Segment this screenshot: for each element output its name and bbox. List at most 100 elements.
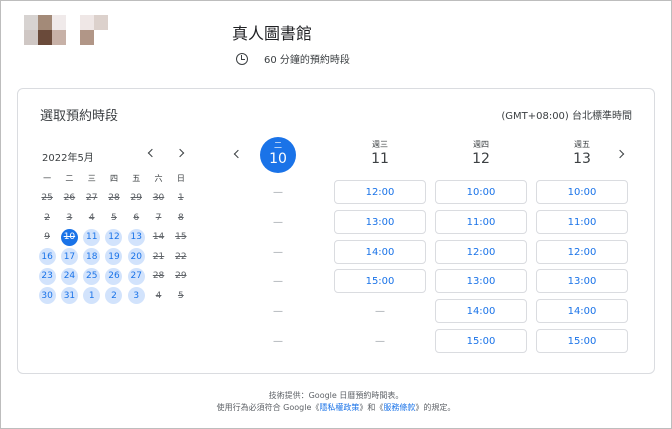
time-slot-button[interactable]: 14:00 xyxy=(536,299,628,323)
calendar-day: 5 xyxy=(170,286,192,305)
mini-calendar: 一二三四五六日 25 26 27 28 29 30 1 2 3 4 5 6 7 8 9 10 11 12 13 14 15… xyxy=(36,169,192,306)
calendar-day-number: 25 xyxy=(83,267,101,285)
calendar-day[interactable]: 24 xyxy=(58,267,80,286)
calendar-day-number: 6 xyxy=(133,212,140,223)
day-of-week: 週五 xyxy=(574,140,590,149)
calendar-day[interactable]: 18 xyxy=(81,247,103,266)
footer-line-2: 使用行為必須符合 Google《隱私權政策》和《服務條款》的規定。 xyxy=(0,402,672,413)
calendar-day-number: 29 xyxy=(175,271,187,282)
calendar-day[interactable]: 25 xyxy=(81,267,103,286)
organization-logo xyxy=(24,15,108,45)
calendar-day[interactable]: 1 xyxy=(81,286,103,305)
calendar-day-number: 1 xyxy=(83,287,101,305)
calendar-day-number: 27 xyxy=(85,193,98,204)
prev-month-button[interactable] xyxy=(145,145,159,161)
calendar-day-number: 29 xyxy=(130,193,142,204)
time-slot-button[interactable]: 15:00 xyxy=(536,329,628,353)
logo-tile xyxy=(80,15,94,30)
calendar-day: 28 xyxy=(147,267,169,286)
time-slot-button[interactable]: 12:00 xyxy=(334,180,426,204)
calendar-day[interactable]: 20 xyxy=(125,247,147,266)
no-slot-placeholder: — xyxy=(273,275,283,287)
footer-text: 》和《 xyxy=(359,403,384,412)
no-slot-placeholder: — xyxy=(375,305,385,317)
calendar-day-number: 30 xyxy=(38,287,56,305)
calendar-day-number: 21 xyxy=(152,251,165,262)
logo-tile xyxy=(52,30,66,45)
calendar-day[interactable]: 30 xyxy=(36,286,58,305)
calendar-day-number: 19 xyxy=(105,248,123,266)
prev-week-button[interactable] xyxy=(231,146,245,162)
calendar-week: 16 17 18 19 20 21 22 xyxy=(36,247,192,267)
calendar-day: 2 xyxy=(36,208,58,227)
time-slot-button[interactable]: 14:00 xyxy=(334,240,426,264)
weekday-header: 一二三四五六日 xyxy=(36,169,192,189)
time-slot-button[interactable]: 15:00 xyxy=(435,329,527,353)
calendar-day: 28 xyxy=(103,189,125,208)
calendar-day[interactable]: 3 xyxy=(125,286,147,305)
time-slot-button[interactable]: 11:00 xyxy=(435,210,527,234)
calendar-day-number: 28 xyxy=(108,193,120,204)
weekday-label: 二 xyxy=(65,174,74,184)
next-month-button[interactable] xyxy=(173,145,187,161)
calendar-day-number: 3 xyxy=(127,287,145,305)
calendar-day-number: 12 xyxy=(105,228,123,246)
calendar-day[interactable]: 2 xyxy=(103,286,125,305)
timezone-selector[interactable]: (GMT+08:00) 台北標準時間 xyxy=(501,107,632,122)
logo-tile xyxy=(24,15,38,30)
time-slot-button[interactable]: 15:00 xyxy=(334,269,426,293)
calendar-day[interactable]: 11 xyxy=(81,228,103,247)
calendar-day-number: 11 xyxy=(83,228,101,246)
calendar-day[interactable]: 17 xyxy=(58,247,80,266)
no-slot-placeholder: — xyxy=(273,216,283,228)
calendar-day[interactable]: 26 xyxy=(103,267,125,286)
calendar-day: 9 xyxy=(36,228,58,247)
calendar-week: 25 26 27 28 29 30 1 xyxy=(36,189,192,209)
time-slot-button[interactable]: 11:00 xyxy=(536,210,628,234)
footer-text: 使用行為必須符合 Google《 xyxy=(216,403,320,412)
calendar-day[interactable]: 23 xyxy=(36,267,58,286)
calendar-day[interactable]: 31 xyxy=(58,286,80,305)
terms-of-service-link[interactable]: 服務條款 xyxy=(383,403,415,412)
calendar-day-number: 1 xyxy=(177,193,184,204)
no-slot-placeholder: — xyxy=(273,335,283,347)
page-title: 真人圖書館 xyxy=(232,24,313,43)
calendar-day-number: 16 xyxy=(38,248,56,266)
weekday-label: 五 xyxy=(132,174,141,184)
calendar-day[interactable]: 27 xyxy=(125,267,147,286)
no-slot-placeholder: — xyxy=(273,186,283,198)
calendar-day[interactable]: 19 xyxy=(103,247,125,266)
calendar-day: 25 xyxy=(36,189,58,208)
time-slot-button[interactable]: 14:00 xyxy=(435,299,527,323)
time-slot-button[interactable]: 10:00 xyxy=(435,180,527,204)
calendar-week: 2 3 4 5 6 7 8 xyxy=(36,208,192,228)
logo-tile xyxy=(80,30,94,45)
time-slot-button[interactable]: 13:00 xyxy=(334,210,426,234)
logo-tile xyxy=(24,30,38,45)
calendar-day-number: 27 xyxy=(127,267,145,285)
time-slot-button[interactable]: 12:00 xyxy=(536,240,628,264)
calendar-day[interactable]: 12 xyxy=(103,228,125,247)
no-slot-placeholder: — xyxy=(273,305,283,317)
time-slot-button[interactable]: 10:00 xyxy=(536,180,628,204)
calendar-day[interactable]: 16 xyxy=(36,247,58,266)
calendar-day-number: 5 xyxy=(111,212,117,223)
time-slot-button[interactable]: 12:00 xyxy=(435,240,527,264)
calendar-week: 30 31 1 2 3 4 5 xyxy=(36,286,192,306)
weekday-label: 三 xyxy=(87,174,96,184)
time-slot-button[interactable]: 13:00 xyxy=(536,269,628,293)
calendar-day: 8 xyxy=(170,208,192,227)
day-number: 10 xyxy=(269,151,287,167)
calendar-day[interactable]: 13 xyxy=(125,228,147,247)
calendar-day-number: 26 xyxy=(63,193,76,204)
calendar-day[interactable]: 10 xyxy=(58,228,80,247)
calendar-day-number: 17 xyxy=(60,248,78,266)
calendar-day: 5 xyxy=(103,208,125,227)
calendar-day-number: 18 xyxy=(83,248,101,266)
privacy-policy-link[interactable]: 隱私權政策 xyxy=(319,403,359,412)
chevron-left-icon xyxy=(233,149,243,159)
calendar-day: 22 xyxy=(170,247,192,266)
time-slot-button[interactable]: 13:00 xyxy=(435,269,527,293)
calendar-day-number: 13 xyxy=(127,228,145,246)
footer-line-1: 技術提供：Google 日曆預約時間表。 xyxy=(268,391,404,400)
